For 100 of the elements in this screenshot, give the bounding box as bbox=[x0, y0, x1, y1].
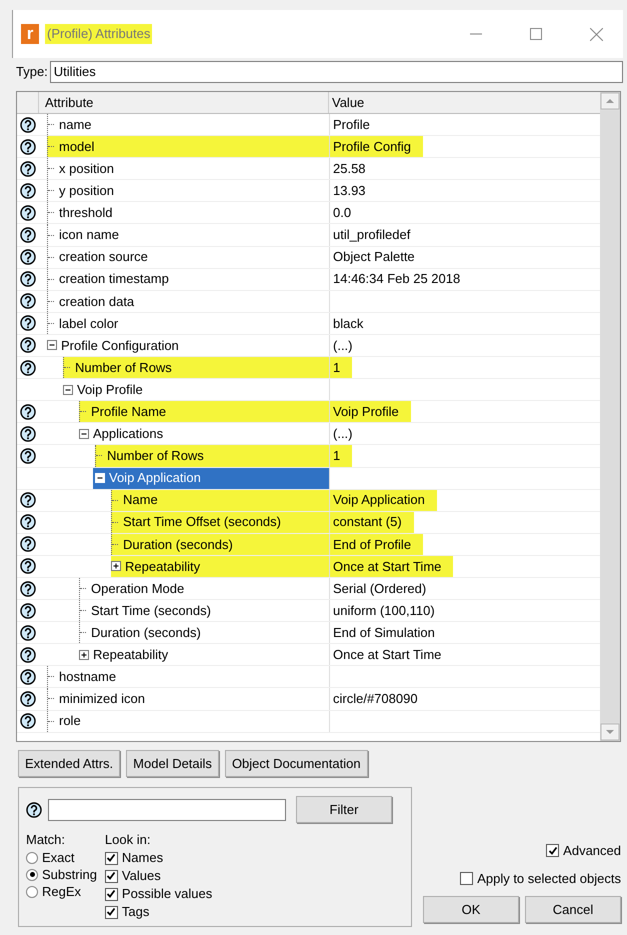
help-icon[interactable] bbox=[20, 227, 36, 244]
radio-button[interactable] bbox=[26, 852, 38, 864]
checkbox-label[interactable]: Apply to selected objects bbox=[477, 868, 621, 888]
attribute-name[interactable]: role bbox=[47, 710, 85, 732]
filter-field[interactable] bbox=[48, 798, 286, 820]
help-icon[interactable] bbox=[20, 204, 36, 221]
help-icon[interactable] bbox=[20, 182, 36, 199]
attribute-value[interactable]: 13.93 bbox=[330, 180, 369, 202]
attribute-name[interactable]: name bbox=[47, 114, 96, 136]
attribute-name[interactable]: y position bbox=[47, 180, 118, 202]
column-header[interactable]: Value bbox=[329, 92, 600, 113]
help-icon[interactable] bbox=[20, 360, 36, 376]
attribute-name[interactable]: icon name bbox=[47, 224, 123, 246]
attribute-name[interactable]: threshold bbox=[47, 202, 116, 224]
dialog-button[interactable]: Cancel bbox=[525, 896, 621, 923]
attribute-name[interactable]: Start Time (seconds) bbox=[79, 600, 215, 622]
attribute-name[interactable]: Repeatability bbox=[79, 644, 172, 666]
radio-button[interactable] bbox=[26, 868, 38, 880]
attribute-name[interactable]: Duration (seconds) bbox=[111, 534, 329, 555]
help-icon[interactable] bbox=[20, 116, 36, 133]
action-button[interactable]: Model Details bbox=[126, 750, 219, 777]
minimize-icon[interactable] bbox=[470, 33, 482, 35]
attribute-name[interactable]: Duration (seconds) bbox=[79, 622, 205, 644]
help-icon[interactable] bbox=[20, 713, 36, 730]
attribute-value[interactable]: 0.0 bbox=[330, 202, 354, 224]
attribute-value[interactable]: Serial (Ordered) bbox=[330, 578, 430, 600]
attribute-name[interactable]: hostname bbox=[47, 666, 120, 688]
collapse-icon[interactable] bbox=[63, 384, 73, 395]
checkbox-label[interactable]: Tags bbox=[122, 903, 150, 921]
checkbox[interactable] bbox=[460, 872, 474, 885]
attribute-name[interactable]: Number of Rows bbox=[95, 445, 329, 466]
attribute-value[interactable]: Object Palette bbox=[330, 246, 418, 268]
attribute-name[interactable]: Start Time Offset (seconds) bbox=[111, 512, 329, 533]
close-icon[interactable] bbox=[590, 28, 603, 40]
attribute-name[interactable]: creation data bbox=[47, 290, 138, 312]
checkbox-label[interactable]: Advanced bbox=[563, 841, 621, 860]
checkbox[interactable] bbox=[546, 844, 560, 858]
attribute-value[interactable]: Voip Application bbox=[330, 490, 437, 511]
radio-label[interactable]: Exact bbox=[42, 848, 75, 866]
attribute-name[interactable]: label color bbox=[47, 312, 122, 334]
attribute-value[interactable]: 14:46:34 Feb 25 2018 bbox=[330, 268, 464, 290]
attribute-name[interactable]: creation source bbox=[47, 246, 152, 268]
expand-icon[interactable] bbox=[79, 650, 89, 660]
maximize-icon[interactable] bbox=[530, 28, 542, 40]
help-icon[interactable] bbox=[20, 315, 36, 332]
attribute-value[interactable]: uniform (100,110) bbox=[330, 600, 438, 622]
action-button[interactable]: Object Documentation bbox=[224, 750, 368, 777]
radio-label[interactable]: Substring bbox=[42, 866, 97, 884]
attribute-value[interactable]: (...) bbox=[330, 334, 356, 356]
attribute-value[interactable]: 25.58 bbox=[330, 158, 369, 180]
checkbox[interactable] bbox=[104, 906, 118, 918]
attribute-name[interactable]: Voip Application bbox=[93, 468, 329, 489]
attribute-name[interactable]: Repeatability bbox=[111, 556, 329, 577]
dialog-button[interactable]: OK bbox=[423, 896, 519, 923]
attribute-name[interactable]: Number of Rows bbox=[63, 357, 329, 378]
attribute-value[interactable]: End of Profile bbox=[330, 534, 424, 555]
help-icon[interactable] bbox=[20, 514, 36, 530]
attribute-value[interactable]: Profile bbox=[330, 114, 373, 136]
attribute-value[interactable]: Voip Profile bbox=[330, 401, 411, 422]
attribute-value[interactable]: Profile Config bbox=[330, 136, 424, 158]
help-icon[interactable] bbox=[26, 802, 42, 818]
attribute-name[interactable]: Profile Configuration bbox=[47, 334, 183, 356]
help-icon[interactable] bbox=[20, 536, 36, 552]
attribute-name[interactable]: Voip Profile bbox=[63, 379, 147, 400]
attribute-value[interactable]: 1 bbox=[330, 357, 352, 378]
help-icon[interactable] bbox=[20, 426, 36, 442]
attribute-name[interactable]: Profile Name bbox=[79, 401, 329, 422]
help-icon[interactable] bbox=[20, 138, 36, 155]
help-icon[interactable] bbox=[20, 293, 36, 310]
help-icon[interactable] bbox=[20, 249, 36, 266]
attribute-name[interactable]: Applications bbox=[79, 423, 168, 444]
attribute-value[interactable]: Once at Start Time bbox=[330, 644, 444, 666]
help-icon[interactable] bbox=[20, 580, 36, 597]
help-icon[interactable] bbox=[20, 160, 36, 177]
attribute-value[interactable]: circle/#708090 bbox=[330, 688, 421, 710]
attribute-value[interactable]: 1 bbox=[330, 445, 352, 466]
help-icon[interactable] bbox=[20, 558, 36, 574]
attribute-value[interactable]: util_profiledef bbox=[330, 224, 414, 246]
attribute-name[interactable]: Operation Mode bbox=[79, 578, 188, 600]
collapse-icon[interactable] bbox=[47, 340, 57, 350]
checkbox-label[interactable]: Values bbox=[122, 867, 161, 885]
attribute-name[interactable]: creation timestamp bbox=[47, 268, 173, 290]
attribute-name[interactable]: Name bbox=[111, 490, 329, 511]
help-icon[interactable] bbox=[20, 602, 36, 619]
radio-label[interactable]: RegEx bbox=[42, 882, 82, 900]
help-icon[interactable] bbox=[20, 690, 36, 707]
attribute-name[interactable]: model bbox=[47, 136, 329, 158]
help-icon[interactable] bbox=[20, 492, 36, 508]
attribute-value[interactable]: Once at Start Time bbox=[330, 556, 454, 577]
attribute-name[interactable]: x position bbox=[47, 158, 118, 180]
expand-icon[interactable] bbox=[111, 561, 121, 572]
help-icon[interactable] bbox=[20, 448, 36, 464]
attribute-value[interactable]: constant (5) bbox=[330, 512, 414, 533]
column-header[interactable]: Attribute bbox=[39, 92, 329, 113]
action-button[interactable]: Extended Attrs. bbox=[18, 750, 120, 777]
checkbox[interactable] bbox=[104, 852, 118, 864]
help-icon[interactable] bbox=[20, 624, 36, 641]
attribute-value[interactable]: End of Simulation bbox=[330, 622, 438, 644]
help-icon[interactable] bbox=[20, 337, 36, 354]
checkbox-label[interactable]: Names bbox=[122, 849, 164, 867]
